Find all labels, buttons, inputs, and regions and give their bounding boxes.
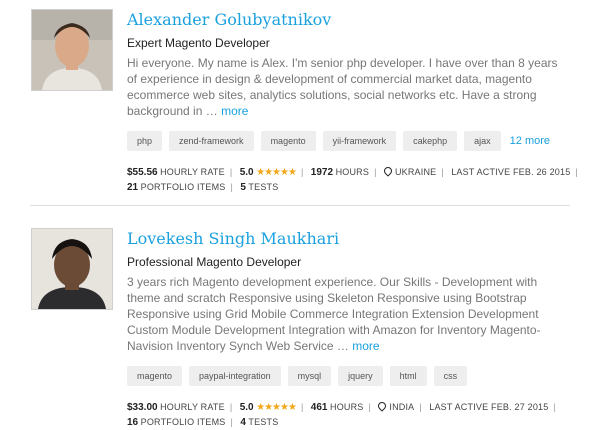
bio-text: 3 years rich Magento development experie… bbox=[127, 275, 541, 353]
skill-tag[interactable]: zend-framework bbox=[169, 131, 254, 151]
bio-text: Hi everyone. My name is Alex. I'm senior… bbox=[127, 56, 558, 118]
skill-tag[interactable]: html bbox=[389, 366, 427, 386]
rating-value: 5.0 bbox=[239, 402, 254, 413]
hourly-rate: $33.00 bbox=[127, 402, 158, 413]
rating-stars-icon: ★★★★★ bbox=[256, 167, 297, 178]
hours-label: HOURS bbox=[330, 402, 364, 412]
tests-count: 5 bbox=[240, 182, 246, 193]
portfolio-count: 21 bbox=[127, 182, 139, 193]
rating-stars-icon: ★★★★★ bbox=[256, 402, 297, 413]
avatar[interactable] bbox=[31, 9, 113, 91]
hours-value: 1972 bbox=[310, 167, 334, 178]
location: UKRAINE bbox=[394, 167, 437, 177]
skill-tag[interactable]: css bbox=[433, 366, 468, 386]
portfolio-label: PORTFOLIO ITEMS bbox=[140, 182, 226, 192]
hourly-rate-label: HOURLY RATE bbox=[160, 167, 225, 177]
hours-value: 461 bbox=[310, 402, 328, 413]
rating-value: 5.0 bbox=[239, 167, 254, 178]
hourly-rate: $55.56 bbox=[127, 167, 158, 178]
hourly-rate-label: HOURLY RATE bbox=[160, 402, 225, 412]
skill-tag[interactable]: cakephp bbox=[403, 131, 458, 151]
freelancer-stats: $55.56 HOURLY RATE | 5.0 ★★★★★ | 1972 HOUR… bbox=[127, 165, 578, 193]
last-active: LAST ACTIVE FEB. 27 2015 bbox=[429, 402, 549, 412]
skill-tag[interactable]: magento bbox=[260, 131, 316, 151]
location-pin-icon bbox=[376, 400, 389, 412]
skill-tag[interactable]: jquery bbox=[338, 366, 383, 386]
freelancer-title: Expert Magento Developer bbox=[127, 36, 270, 50]
tests-count: 4 bbox=[240, 417, 246, 428]
avatar-photo bbox=[32, 229, 112, 309]
skill-tag[interactable]: ajax bbox=[464, 131, 501, 151]
portfolio-count: 16 bbox=[127, 417, 139, 428]
freelancer-bio: 3 years rich Magento development experie… bbox=[127, 274, 559, 354]
bio-more-link[interactable]: more bbox=[352, 339, 379, 353]
tests-label: TESTS bbox=[248, 182, 279, 192]
skill-tag[interactable]: php bbox=[127, 131, 163, 151]
location-pin-icon bbox=[382, 165, 394, 177]
skill-tags: php zend-framework magento yii-framework… bbox=[127, 131, 588, 151]
skill-tags: magento paypal-integration mysql jquery … bbox=[127, 366, 588, 386]
skill-tag[interactable]: paypal-integration bbox=[189, 366, 281, 386]
freelancer-title: Professional Magento Developer bbox=[127, 255, 302, 269]
portfolio-label: PORTFOLIO ITEMS bbox=[140, 417, 226, 427]
freelancer-stats: $33.00 HOURLY RATE | 5.0 ★★★★★ | 461 HOURS… bbox=[127, 400, 556, 428]
last-active: LAST ACTIVE FEB. 26 2015 bbox=[451, 167, 571, 177]
more-tags-link[interactable]: 12 more bbox=[510, 135, 550, 147]
freelancer-card: Alexander Golubyatnikov Expert Magento D… bbox=[0, 0, 600, 205]
bio-more-link[interactable]: more bbox=[221, 104, 248, 118]
freelancer-name[interactable]: Alexander Golubyatnikov bbox=[127, 9, 588, 31]
avatar-photo bbox=[32, 10, 112, 90]
tests-label: TESTS bbox=[248, 417, 279, 427]
hours-label: HOURS bbox=[335, 167, 370, 177]
freelancer-bio: Hi everyone. My name is Alex. I'm senior… bbox=[127, 55, 559, 119]
freelancer-card: Lovekesh Singh Maukhari Professional Mag… bbox=[0, 206, 600, 428]
location: INDIA bbox=[389, 402, 415, 412]
skill-tag[interactable]: mysql bbox=[287, 366, 332, 386]
freelancer-name[interactable]: Lovekesh Singh Maukhari bbox=[127, 228, 588, 250]
skill-tag[interactable]: yii-framework bbox=[322, 131, 397, 151]
avatar[interactable] bbox=[31, 228, 113, 310]
skill-tag[interactable]: magento bbox=[127, 366, 183, 386]
